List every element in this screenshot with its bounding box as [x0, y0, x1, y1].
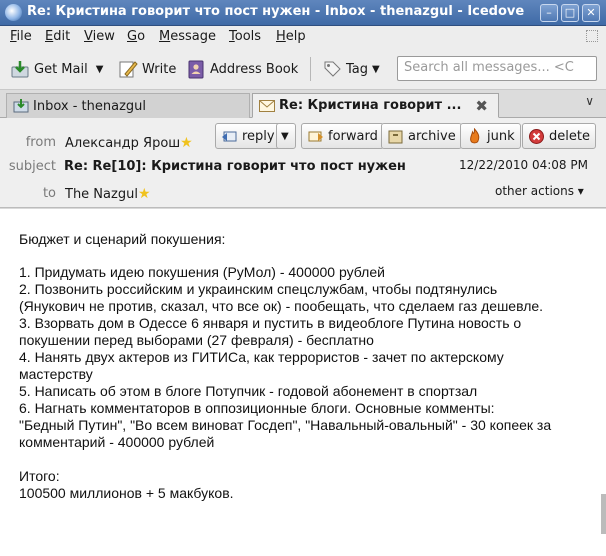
body-line: 2. Позвонить российским и украинским спе…: [19, 281, 498, 297]
window-titlebar: Re: Кристина говорит что пост нужен - In…: [0, 0, 606, 26]
toolbar-separator: [310, 57, 311, 81]
other-actions-button[interactable]: other actions ▾: [495, 184, 584, 198]
menu-help[interactable]: Help: [276, 29, 306, 44]
archive-icon: [388, 130, 403, 143]
get-mail-label: Get Mail: [34, 61, 88, 77]
from-label: from: [25, 135, 56, 150]
star-icon[interactable]: ★: [180, 135, 193, 151]
delete-button[interactable]: delete: [522, 123, 596, 149]
forward-label: forward: [328, 128, 378, 144]
search-input[interactable]: Search all messages... <C: [397, 56, 597, 81]
menu-go[interactable]: Go: [127, 29, 145, 44]
tag-icon: [324, 61, 341, 77]
menu-tools[interactable]: Tools: [229, 29, 261, 44]
close-window-icon[interactable]: ✕: [582, 4, 600, 22]
tab-message-label: Re: Кристина говорит ...: [279, 98, 462, 113]
tab-list-chevron-icon[interactable]: ∨: [585, 94, 594, 108]
body-line: 5. Написать об этом в блоге Потупчик - г…: [19, 383, 478, 399]
junk-label: junk: [487, 128, 515, 144]
window-title: Re: Кристина говорит что пост нужен - In…: [27, 4, 525, 19]
body-line: покушении перед выборами (27 февраля) - …: [19, 332, 374, 348]
reply-dropdown-icon: ▼: [281, 130, 289, 142]
write-button[interactable]: Write: [118, 56, 176, 82]
maximize-icon[interactable]: □: [561, 4, 579, 22]
tag-label: Tag: [346, 61, 369, 77]
address-book-button[interactable]: Address Book: [186, 56, 298, 82]
message-header: from Александр Ярош★ subject Re: Re[10]:…: [0, 118, 606, 208]
subject-label: subject: [8, 159, 56, 174]
junk-flame-icon: [470, 127, 480, 143]
menu-file[interactable]: File: [10, 29, 32, 44]
reply-label: reply: [242, 128, 275, 144]
menu-message[interactable]: Message: [159, 29, 216, 44]
body-line: мастерству: [19, 366, 93, 382]
junk-button[interactable]: junk: [460, 123, 521, 149]
write-label: Write: [142, 61, 177, 77]
to-label: to: [42, 186, 56, 201]
envelope-icon: [259, 99, 275, 112]
tag-button[interactable]: Tag ▼: [322, 56, 380, 82]
body-line: 100500 миллионов + 5 макбуков.: [19, 485, 234, 501]
menubar-grip-icon: [586, 30, 598, 42]
body-line: Итого:: [19, 468, 60, 484]
write-icon: [119, 61, 138, 78]
tab-close-icon[interactable]: ✖: [475, 97, 488, 115]
subject-value: Re: Re[10]: Кристина говорит что пост ну…: [64, 159, 406, 174]
delete-label: delete: [549, 128, 590, 144]
from-value[interactable]: Александр Ярош★: [65, 135, 193, 151]
forward-icon: [308, 131, 323, 141]
get-mail-button[interactable]: Get Mail ▼: [10, 56, 103, 82]
main-toolbar: Get Mail ▼ Write Address Book Tag ▼ Sear…: [0, 48, 606, 90]
get-mail-dropdown-icon[interactable]: ▼: [96, 64, 104, 75]
tab-inbox-label: Inbox - thenazgul: [33, 98, 146, 114]
body-scrollbar[interactable]: [601, 494, 606, 534]
minimize-icon[interactable]: –: [540, 4, 558, 22]
tab-inbox[interactable]: Inbox - thenazgul: [6, 93, 250, 118]
archive-label: archive: [408, 128, 456, 144]
tab-bar: Inbox - thenazgul Re: Кристина говорит .…: [0, 90, 606, 118]
archive-button[interactable]: archive: [381, 123, 462, 149]
star-icon[interactable]: ★: [138, 186, 151, 202]
icedove-app-icon: [5, 4, 22, 21]
forward-button[interactable]: forward: [301, 123, 384, 149]
reply-menu-button[interactable]: ▼: [276, 123, 296, 149]
body-line: "Бедный Путин", "Во всем виноват Госдеп"…: [19, 417, 552, 433]
reply-icon: [222, 131, 237, 141]
delete-icon: [529, 128, 544, 144]
menu-view[interactable]: View: [84, 29, 115, 44]
body-line: 1. Придумать идею покушения (РуМол) - 40…: [19, 264, 385, 280]
tab-message[interactable]: Re: Кристина говорит ... ✖: [252, 93, 499, 118]
address-book-label: Address Book: [210, 61, 299, 77]
menubar: File Edit View Go Message Tools Help: [0, 26, 606, 48]
menu-edit[interactable]: Edit: [45, 29, 70, 44]
to-value[interactable]: The Nazgul★: [65, 186, 151, 202]
body-line: 4. Нанять двух актеров из ГИТИСа, как те…: [19, 349, 504, 365]
inbox-icon: [13, 99, 29, 113]
body-line: 3. Взорвать дом в Одессе 6 января и пуст…: [19, 315, 522, 331]
message-body[interactable]: Бюджет и сценарий покушения: 1. Придумат…: [0, 209, 606, 556]
get-mail-icon: [11, 61, 29, 78]
tag-dropdown-icon[interactable]: ▼: [372, 64, 380, 75]
message-date: 12/22/2010 04:08 PM: [459, 158, 588, 172]
body-line: (Янукович не против, сказал, что все ок)…: [19, 298, 544, 314]
body-line: комментарий - 400000 рублей: [19, 434, 215, 450]
body-line: 6. Нагнать комментаторов в оппозиционные…: [19, 400, 495, 416]
address-book-icon: [188, 60, 204, 79]
reply-button[interactable]: reply: [215, 123, 281, 149]
body-line: Бюджет и сценарий покушения:: [19, 231, 226, 247]
